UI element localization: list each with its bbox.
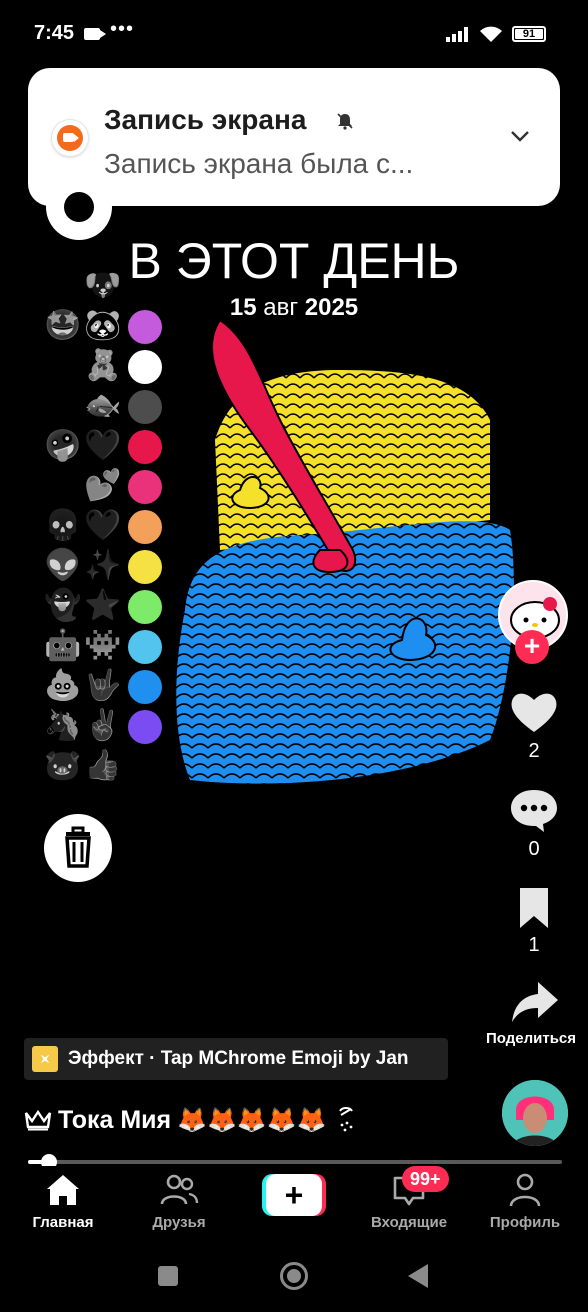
screen-record-notification[interactable]: Запись экрана Запись экрана была с...: [28, 68, 560, 206]
palette-emoji[interactable]: 😊: [44, 466, 80, 506]
music-disc-avatar[interactable]: [502, 1080, 568, 1146]
palette-color-swatch[interactable]: [128, 390, 162, 424]
share-label: Поделиться: [486, 1030, 577, 1047]
palette-emoji[interactable]: 🤪: [44, 426, 81, 466]
palette-color-swatch[interactable]: [128, 590, 162, 624]
bookmark-count: 1: [528, 934, 540, 956]
nav-friends[interactable]: Друзья: [124, 1172, 234, 1231]
palette-color-swatch[interactable]: [128, 630, 162, 664]
palette-emoji[interactable]: ✨: [84, 546, 121, 586]
video-progress-bar[interactable]: [28, 1154, 562, 1170]
palette-emoji[interactable]: 🤍: [84, 506, 121, 546]
follow-button[interactable]: +: [515, 630, 549, 664]
palette-emoji[interactable]: 🤍: [84, 426, 121, 466]
video-artwork: [176, 318, 514, 784]
palette-color-swatch[interactable]: [128, 430, 162, 464]
palette-emoji[interactable]: 🦄: [44, 706, 81, 746]
sparkle-tag-icon: [338, 1107, 353, 1132]
palette-emoji[interactable]: 🤟: [84, 666, 121, 706]
more-notifications-icon: •••: [110, 18, 135, 40]
palette-emoji[interactable]: 👻: [44, 586, 81, 626]
effect-chip[interactable]: Эффект · Tap MChrome Emoji by Jan: [24, 1038, 448, 1080]
author-name: Тока Мия: [58, 1105, 172, 1134]
palette-emoji[interactable]: 😘: [44, 346, 80, 386]
palette-color-swatch[interactable]: [128, 550, 162, 584]
palette-emoji[interactable]: 🤩: [44, 306, 81, 346]
bookmark-icon[interactable]: [508, 884, 560, 932]
like-count: 2: [528, 740, 540, 762]
palette-emoji[interactable]: 💕: [84, 466, 121, 506]
battery-icon: 91: [512, 26, 546, 42]
nav-profile[interactable]: Профиль: [470, 1172, 580, 1231]
palette-color-swatch[interactable]: [128, 710, 162, 744]
friends-icon: [160, 1174, 199, 1205]
palette-emoji[interactable]: ⭐: [84, 586, 121, 626]
comment-count: 0: [528, 838, 540, 860]
palette-color-swatch[interactable]: [128, 510, 162, 544]
palette-emoji[interactable]: 😊: [44, 266, 80, 306]
palette-emoji[interactable]: 🧸: [84, 346, 121, 386]
profile-icon: [509, 1173, 541, 1207]
nav-inbox-label: Входящие: [370, 1214, 448, 1231]
wifi-icon: [480, 26, 502, 42]
signal-icon: [446, 27, 468, 42]
video-caption[interactable]: Тока Мия 🦊🦊🦊🦊🦊: [24, 1102, 355, 1138]
caption-emojis: 🦊🦊🦊🦊🦊: [177, 1106, 327, 1134]
palette-emoji[interactable]: 😍: [44, 386, 80, 426]
back-triangle-icon[interactable]: [408, 1264, 428, 1288]
chevron-down-icon[interactable]: [508, 126, 532, 146]
bottom-nav: Главная Друзья + Входящие Профиль: [0, 1166, 588, 1240]
nav-home-label: Главная: [32, 1214, 94, 1231]
palette-color-swatch[interactable]: [128, 310, 162, 344]
create-button[interactable]: +: [262, 1174, 326, 1216]
like-heart-icon[interactable]: [508, 688, 560, 736]
comment-icon[interactable]: [508, 786, 560, 834]
palette-emoji[interactable]: 🤖: [44, 626, 81, 666]
status-time: 7:45: [34, 22, 75, 44]
share-arrow-icon[interactable]: [508, 978, 560, 1026]
bell-muted-icon: [337, 113, 353, 130]
palette-emoji[interactable]: 💩: [44, 666, 81, 706]
palette-emoji[interactable]: 🐶: [84, 266, 121, 306]
trash-button[interactable]: [44, 814, 112, 882]
palette-emoji[interactable]: 👍: [84, 746, 121, 786]
inbox-badge: 99+: [402, 1166, 449, 1192]
palette-emoji[interactable]: 👾: [84, 626, 121, 666]
palette-emoji[interactable]: 🐟: [84, 386, 121, 426]
home-icon: [47, 1175, 79, 1205]
effect-label: Эффект · Tap MChrome Emoji by Jan: [68, 1048, 409, 1069]
palette-color-swatch[interactable]: [128, 350, 162, 384]
trash-icon: [65, 826, 91, 868]
battery-level: 91: [522, 28, 536, 40]
system-nav-bar: [0, 1240, 588, 1312]
screen-record-status-icon: [84, 28, 106, 40]
music-avatar-image: [502, 1080, 568, 1146]
crown-icon: [24, 1109, 52, 1131]
create-plus-icon: +: [266, 1174, 322, 1216]
screen-recorder-app-icon: [52, 120, 88, 156]
nav-home[interactable]: Главная: [8, 1172, 118, 1231]
palette-color-swatch[interactable]: [128, 470, 162, 504]
palette-emoji[interactable]: 🐷: [44, 746, 81, 786]
recents-icon[interactable]: [158, 1266, 178, 1286]
palette-emoji[interactable]: 🐼: [84, 306, 121, 346]
nav-profile-label: Профиль: [489, 1214, 561, 1231]
record-button[interactable]: [46, 174, 112, 240]
effect-sparkle-icon: [32, 1046, 58, 1072]
palette-emoji[interactable]: ✌️: [84, 706, 121, 746]
palette-emoji[interactable]: 👽: [44, 546, 81, 586]
notification-text: Запись экрана была с...: [104, 148, 414, 179]
palette-color-swatch[interactable]: [128, 670, 162, 704]
palette-emoji[interactable]: 💀: [44, 506, 81, 546]
home-circle-icon[interactable]: [280, 1262, 308, 1290]
notification-title: Запись экрана: [104, 104, 307, 135]
nav-friends-label: Друзья: [152, 1214, 206, 1231]
status-bar: 7:45 ••• 91: [0, 0, 588, 66]
